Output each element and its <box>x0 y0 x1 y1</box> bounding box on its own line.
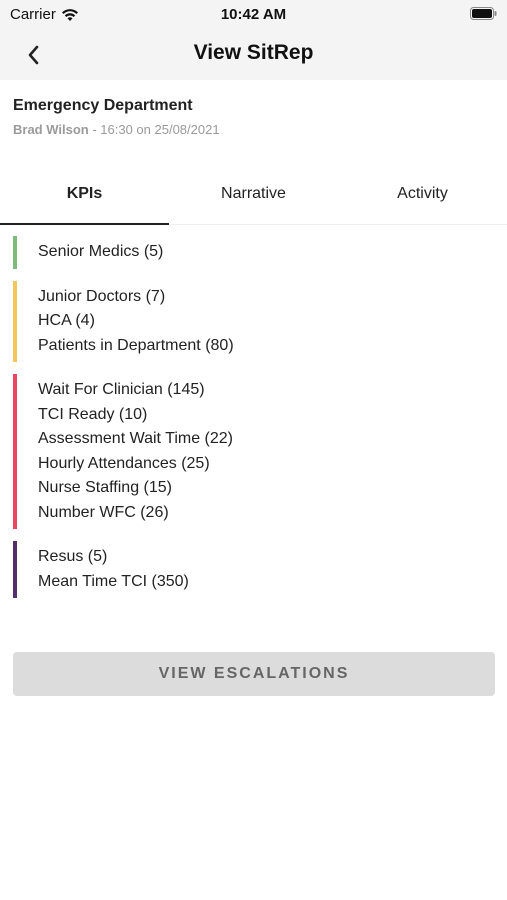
kpi-group-red: Wait For Clinician (145) TCI Ready (10) … <box>0 374 507 529</box>
sitrep-header: Emergency Department Brad Wilson - 16:30… <box>13 97 220 137</box>
kpi-item[interactable]: Hourly Attendances (25) <box>38 452 507 477</box>
kpi-item[interactable]: Junior Doctors (7) <box>38 285 507 310</box>
kpi-group-green: Senior Medics (5) <box>0 236 507 269</box>
kpi-item[interactable]: TCI Ready (10) <box>38 403 507 428</box>
tab-kpis[interactable]: KPIs <box>0 168 169 225</box>
status-bar: Carrier 10:42 AM <box>0 0 507 30</box>
sitrep-meta: Brad Wilson - 16:30 on 25/08/2021 <box>13 122 220 137</box>
kpi-item[interactable]: Mean Time TCI (350) <box>38 570 507 595</box>
kpi-item[interactable]: Nurse Staffing (15) <box>38 476 507 501</box>
kpi-item[interactable]: Wait For Clinician (145) <box>38 378 507 403</box>
kpi-item[interactable]: Patients in Department (80) <box>38 334 507 359</box>
kpi-item[interactable]: HCA (4) <box>38 309 507 334</box>
department-name: Emergency Department <box>13 97 193 114</box>
battery-icon <box>470 7 497 20</box>
kpi-group-purple: Resus (5) Mean Time TCI (350) <box>0 541 507 598</box>
kpi-item[interactable]: Number WFC (26) <box>38 501 507 526</box>
kpi-item[interactable]: Resus (5) <box>38 545 507 570</box>
status-bar-indicator <box>13 541 17 598</box>
status-bar-indicator <box>13 374 17 529</box>
tab-narrative[interactable]: Narrative <box>169 168 338 224</box>
status-time: 10:42 AM <box>220 6 287 23</box>
status-bar-indicator <box>13 236 17 269</box>
author-name: Brad Wilson <box>13 122 89 137</box>
kpi-item[interactable]: Senior Medics (5) <box>38 240 507 265</box>
page-title: View SitRep <box>193 41 314 64</box>
kpi-item[interactable]: Assessment Wait Time (22) <box>38 427 507 452</box>
kpi-group-amber: Junior Doctors (7) HCA (4) Patients in D… <box>0 280 507 362</box>
tab-bar: KPIs Narrative Activity <box>0 168 507 225</box>
tab-activity[interactable]: Activity <box>338 168 507 224</box>
navigation-bar: View SitRep <box>0 30 507 80</box>
sitrep-timestamp: - 16:30 on 25/08/2021 <box>88 122 220 137</box>
status-bar-indicator <box>13 280 17 362</box>
kpi-list: Senior Medics (5) Junior Doctors (7) HCA… <box>0 236 507 610</box>
view-escalations-button[interactable]: VIEW ESCALATIONS <box>13 652 495 696</box>
